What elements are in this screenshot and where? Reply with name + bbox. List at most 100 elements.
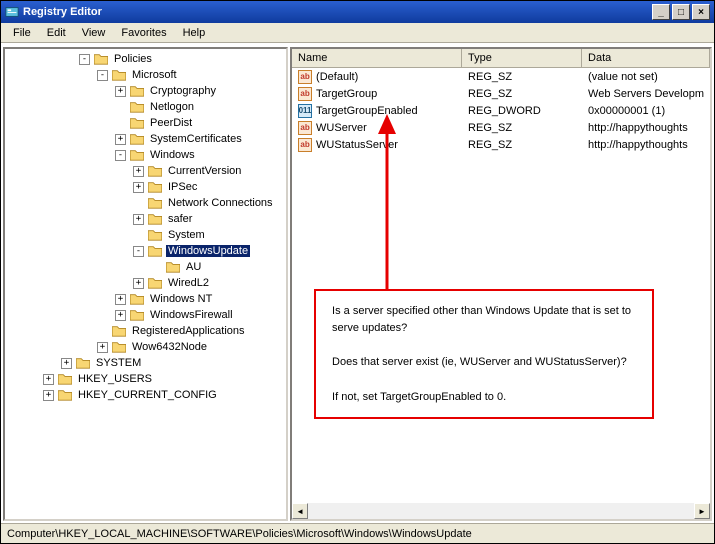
tree-windows[interactable]: Windows [148, 149, 197, 161]
tree-networkconnections[interactable]: Network Connections [166, 197, 275, 209]
folder-icon [166, 261, 180, 273]
folder-icon [148, 197, 162, 209]
titlebar: Registry Editor _ □ × [1, 1, 714, 23]
statusbar-path: Computer\HKEY_LOCAL_MACHINE\SOFTWARE\Pol… [7, 528, 472, 540]
value-icon: ab [298, 138, 312, 152]
value-data: 0x00000001 (1) [582, 104, 710, 118]
value-icon: ab [298, 87, 312, 101]
value-row[interactable]: 011TargetGroupEnabledREG_DWORD0x00000001… [292, 102, 710, 119]
value-icon: ab [298, 70, 312, 84]
expand-icon[interactable]: + [133, 182, 144, 193]
folder-icon [112, 341, 126, 353]
tree-peerdist[interactable]: PeerDist [148, 117, 194, 129]
tree-wiredl2[interactable]: WiredL2 [166, 277, 211, 289]
tree-cryptography[interactable]: Cryptography [148, 85, 218, 97]
folder-icon [148, 213, 162, 225]
tree-microsoft[interactable]: Microsoft [130, 69, 179, 81]
value-row[interactable]: ab TargetGroup REG_SZWeb Servers Developm [292, 85, 710, 102]
expand-icon[interactable]: + [133, 278, 144, 289]
folder-icon [148, 181, 162, 193]
tree-hkeyusers[interactable]: HKEY_USERS [76, 373, 154, 385]
value-row[interactable]: abWUStatusServerREG_SZhttp://happythough… [292, 136, 710, 153]
folder-icon [148, 245, 162, 257]
tree-windowsupdate[interactable]: WindowsUpdate [166, 245, 250, 257]
collapse-icon[interactable]: - [133, 246, 144, 257]
scroll-track[interactable] [308, 503, 694, 519]
folder-icon [148, 165, 162, 177]
tree-pane[interactable]: -Policies -Microsoft +Cryptography Netlo… [3, 47, 288, 521]
value-type: REG_SZ [462, 121, 582, 135]
value-type: REG_SZ [462, 87, 582, 101]
folder-icon [130, 101, 144, 113]
tree-policies[interactable]: Policies [112, 53, 154, 65]
expand-icon[interactable]: + [97, 342, 108, 353]
value-row[interactable]: abWUServerREG_SZhttp://happythoughts [292, 119, 710, 136]
value-type: REG_SZ [462, 138, 582, 152]
folder-icon [130, 85, 144, 97]
expand-icon[interactable]: + [115, 310, 126, 321]
collapse-icon[interactable]: - [79, 54, 90, 65]
callout-line2: Does that server exist (ie, WUServer and… [332, 354, 636, 371]
collapse-icon[interactable]: - [115, 150, 126, 161]
tree-systemcertificates[interactable]: SystemCertificates [148, 133, 244, 145]
tree-currentversion[interactable]: CurrentVersion [166, 165, 243, 177]
folder-icon [148, 229, 162, 241]
tree-au[interactable]: AU [184, 261, 203, 273]
menu-favorites[interactable]: Favorites [113, 24, 174, 42]
maximize-button[interactable]: □ [672, 4, 690, 20]
folder-icon [130, 309, 144, 321]
value-type: REG_DWORD [462, 104, 582, 118]
folder-icon [76, 357, 90, 369]
value-name: TargetGroup [316, 88, 377, 100]
value-data: http://happythoughts [582, 138, 710, 152]
tree-safer[interactable]: safer [166, 213, 194, 225]
values-pane[interactable]: Name Type Data ab(Default)REG_SZ(value n… [290, 47, 712, 521]
folder-icon [130, 117, 144, 129]
tree-netlogon[interactable]: Netlogon [148, 101, 196, 113]
expand-icon[interactable]: + [61, 358, 72, 369]
col-name[interactable]: Name [292, 49, 462, 67]
scroll-right-icon[interactable]: ► [694, 503, 710, 519]
tree-hkeycurrentconfig[interactable]: HKEY_CURRENT_CONFIG [76, 389, 219, 401]
expand-icon[interactable]: + [43, 374, 54, 385]
tree-ipsec[interactable]: IPSec [166, 181, 199, 193]
expand-icon[interactable]: + [133, 166, 144, 177]
menu-view[interactable]: View [74, 24, 114, 42]
expand-icon[interactable]: + [115, 294, 126, 305]
col-data[interactable]: Data [582, 49, 710, 67]
tree-system[interactable]: System [166, 229, 207, 241]
value-data: http://happythoughts [582, 121, 710, 135]
window-title: Registry Editor [23, 6, 102, 18]
collapse-icon[interactable]: - [97, 70, 108, 81]
menu-edit[interactable]: Edit [39, 24, 74, 42]
folder-icon [58, 389, 72, 401]
tree-windowsfirewall[interactable]: WindowsFirewall [148, 309, 235, 321]
value-icon: 011 [298, 104, 312, 118]
col-type[interactable]: Type [462, 49, 582, 67]
tree-wow6432node[interactable]: Wow6432Node [130, 341, 209, 353]
horizontal-scrollbar[interactable]: ◄ ► [292, 503, 710, 519]
folder-icon [112, 69, 126, 81]
minimize-button[interactable]: _ [652, 4, 670, 20]
menu-help[interactable]: Help [175, 24, 214, 42]
folder-icon [130, 133, 144, 145]
statusbar: Computer\HKEY_LOCAL_MACHINE\SOFTWARE\Pol… [1, 523, 714, 543]
tree-windowsnt[interactable]: Windows NT [148, 293, 214, 305]
value-data: Web Servers Developm [582, 87, 710, 101]
value-row[interactable]: ab(Default)REG_SZ(value not set) [292, 68, 710, 85]
tree-systemroot[interactable]: SYSTEM [94, 357, 143, 369]
expand-icon[interactable]: + [115, 86, 126, 97]
callout-line3: If not, set TargetGroupEnabled to 0. [332, 389, 636, 406]
callout-line1: Is a server specified other than Windows… [332, 303, 636, 336]
close-button[interactable]: × [692, 4, 710, 20]
folder-icon [58, 373, 72, 385]
expand-icon[interactable]: + [133, 214, 144, 225]
value-data: (value not set) [582, 70, 710, 84]
expand-icon[interactable]: + [115, 134, 126, 145]
folder-icon [94, 53, 108, 65]
value-name: (Default) [316, 71, 358, 83]
menu-file[interactable]: File [5, 24, 39, 42]
expand-icon[interactable]: + [43, 390, 54, 401]
tree-registeredapplications[interactable]: RegisteredApplications [130, 325, 247, 337]
scroll-left-icon[interactable]: ◄ [292, 503, 308, 519]
